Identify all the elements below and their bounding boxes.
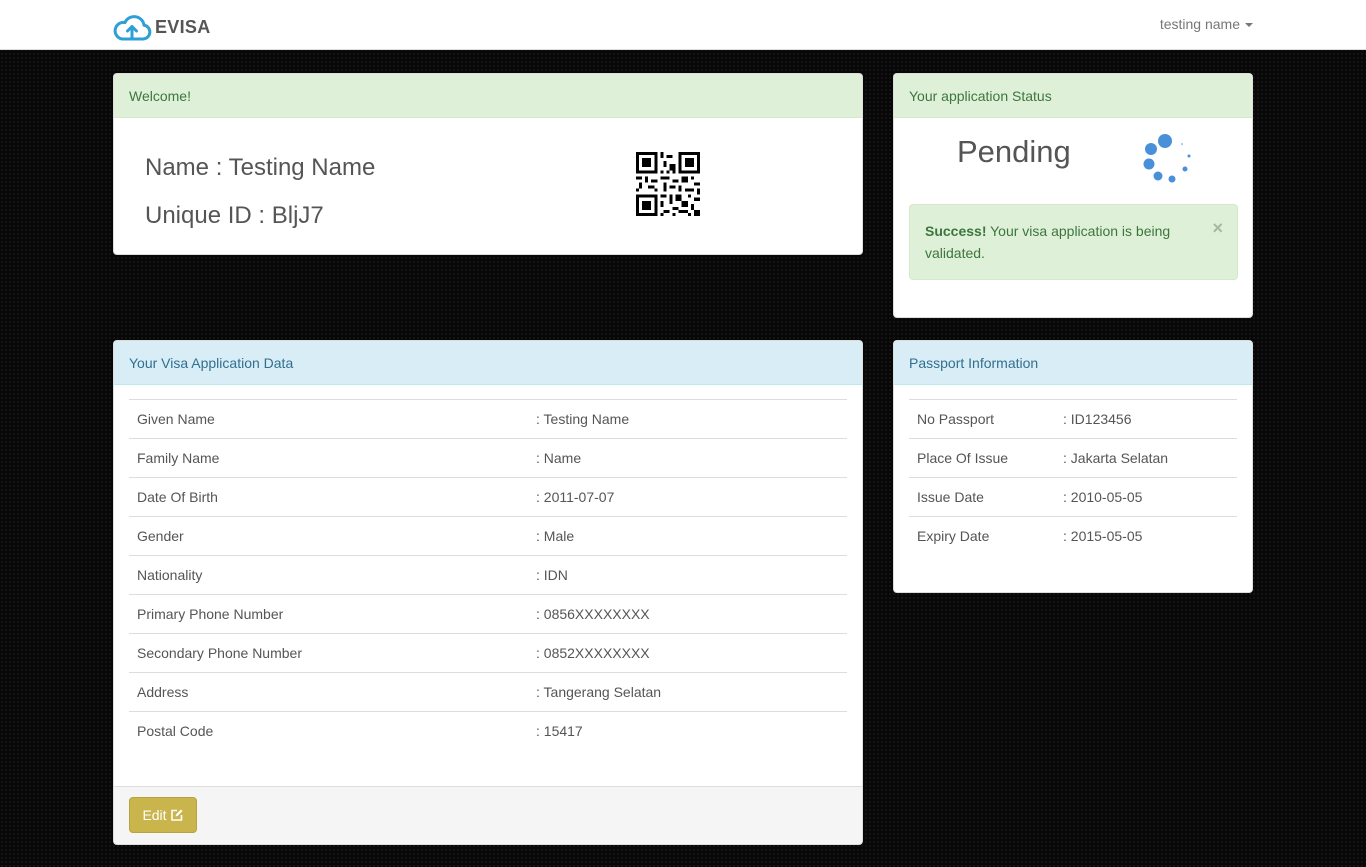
row-label: Given Name xyxy=(129,399,536,439)
row-value: : Jakarta Selatan xyxy=(1063,438,1237,478)
caret-down-icon xyxy=(1245,23,1253,27)
applicant-name: Name : Testing Name xyxy=(145,154,376,181)
status-panel-heading: Your application Status xyxy=(894,74,1252,118)
visa-panel-footer: Edit xyxy=(114,786,862,844)
row-label: Place Of Issue xyxy=(909,438,1063,478)
welcome-panel: Welcome! Name : Testing Name Unique ID :… xyxy=(113,73,863,255)
unique-id: Unique ID : BljJ7 xyxy=(145,202,324,229)
table-row: Given Name: Testing Name xyxy=(129,399,847,439)
visa-data-table: Given Name: Testing Name Family Name: Nam… xyxy=(129,399,847,751)
table-row: Issue Date: 2010-05-05 xyxy=(909,477,1237,517)
brand-name: EVISA xyxy=(155,16,211,37)
row-label: Secondary Phone Number xyxy=(129,633,536,673)
row-label: Postal Code xyxy=(129,711,536,751)
row-value: : Testing Name xyxy=(536,399,847,439)
qr-code-icon xyxy=(636,152,700,216)
row-value: : ID123456 xyxy=(1063,399,1237,439)
table-row: No Passport: ID123456 xyxy=(909,399,1237,439)
row-value: : Tangerang Selatan xyxy=(536,672,847,712)
cloud-upload-icon xyxy=(113,15,152,41)
visa-application-panel: Your Visa Application Data Given Name: T… xyxy=(113,340,863,845)
row-value: : 0852XXXXXXXX xyxy=(536,633,847,673)
user-menu-label: testing name xyxy=(1159,16,1240,32)
passport-panel-heading: Passport Information xyxy=(894,341,1252,385)
application-status-panel: Your application Status Pending Success!… xyxy=(893,73,1253,318)
alert-title: Success! xyxy=(925,223,987,239)
welcome-panel-heading: Welcome! xyxy=(114,74,862,118)
row-value: : 2011-07-07 xyxy=(536,477,847,517)
passport-information-panel: Passport Information No Passport: ID1234… xyxy=(893,340,1253,593)
table-row: Expiry Date: 2015-05-05 xyxy=(909,516,1237,556)
row-value: : Male xyxy=(536,516,847,556)
user-menu-dropdown[interactable]: testing name xyxy=(1160,16,1253,32)
row-label: No Passport xyxy=(909,399,1063,439)
row-label: Address xyxy=(129,672,536,712)
top-navbar: EVISA testing name xyxy=(0,0,1366,50)
table-row: Address: Tangerang Selatan xyxy=(129,672,847,712)
row-label: Family Name xyxy=(129,438,536,478)
row-value: : 0856XXXXXXXX xyxy=(536,594,847,634)
row-value: : IDN xyxy=(536,555,847,595)
visa-panel-heading: Your Visa Application Data xyxy=(114,341,862,385)
table-row: Place Of Issue: Jakarta Selatan xyxy=(909,438,1237,478)
table-row: Secondary Phone Number: 0852XXXXXXXX xyxy=(129,633,847,673)
table-row: Primary Phone Number: 0856XXXXXXXX xyxy=(129,594,847,634)
table-row: Date Of Birth: 2011-07-07 xyxy=(129,477,847,517)
passport-data-table: No Passport: ID123456 Place Of Issue: Jak… xyxy=(909,399,1237,556)
loading-spinner-icon xyxy=(1143,134,1191,183)
row-label: Issue Date xyxy=(909,477,1063,517)
edit-button[interactable]: Edit xyxy=(129,797,197,833)
close-icon[interactable]: × xyxy=(1212,219,1223,237)
row-label: Gender xyxy=(129,516,536,556)
table-row: Postal Code: 15417 xyxy=(129,711,847,751)
status-value: Pending xyxy=(957,134,1071,169)
success-alert: Success! Your visa application is being … xyxy=(909,204,1238,280)
edit-button-label: Edit xyxy=(142,807,167,823)
table-row: Gender: Male xyxy=(129,516,847,556)
edit-icon xyxy=(170,809,183,821)
row-value: : 15417 xyxy=(536,711,847,751)
table-row: Family Name: Name xyxy=(129,438,847,478)
row-label: Primary Phone Number xyxy=(129,594,536,634)
table-row: Nationality: IDN xyxy=(129,555,847,595)
row-value: : 2010-05-05 xyxy=(1063,477,1237,517)
row-label: Nationality xyxy=(129,555,536,595)
brand-link[interactable]: EVISA xyxy=(112,13,211,41)
row-label: Date Of Birth xyxy=(129,477,536,517)
row-label: Expiry Date xyxy=(909,516,1063,556)
row-value: : Name xyxy=(536,438,847,478)
row-value: : 2015-05-05 xyxy=(1063,516,1237,556)
